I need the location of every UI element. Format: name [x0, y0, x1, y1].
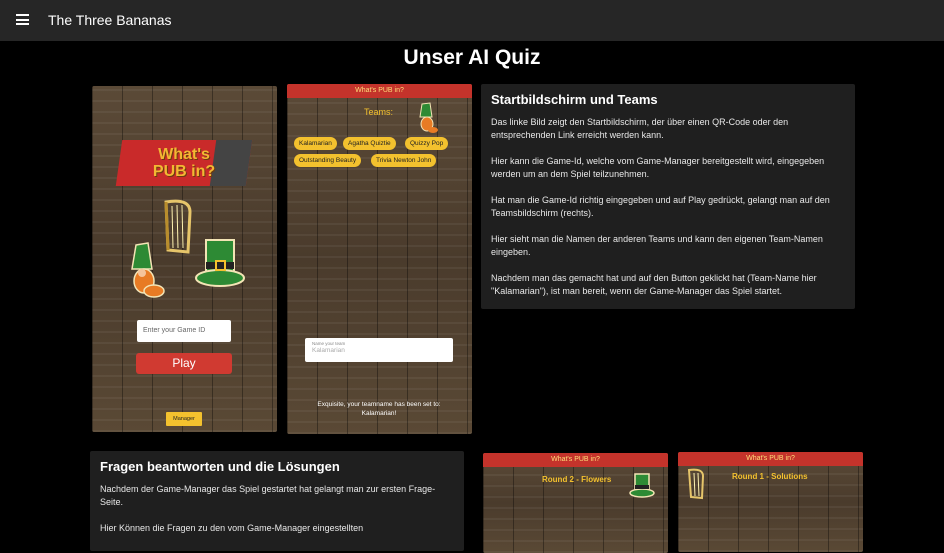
card-title: Fragen beantworten und die Lösungen [100, 459, 340, 474]
team-chip: Quizzy Pop [405, 137, 449, 150]
leprechaun-icon [417, 102, 439, 136]
play-button: Play [136, 353, 232, 374]
team-name-input: Name your team Kalamarian [305, 338, 453, 362]
phone-header-bar: What's PUB in? [678, 452, 863, 466]
card-paragraph: Das linke Bild zeigt den Startbildschirm… [491, 117, 789, 140]
team-name-value: Kalamarian [312, 347, 345, 354]
phone-header-bar: What's PUB in? [483, 453, 668, 467]
round-1-screen-image: What's PUB in? Round 1 - Solutions [678, 452, 863, 552]
card-paragraph: Hier sieht man die Namen der anderen Tea… [491, 234, 823, 257]
card-paragraph: Hat man die Game-Id richtig eingegeben u… [491, 195, 830, 218]
phone-header-bar: What's PUB in? [287, 84, 472, 98]
hamburger-menu-icon[interactable] [16, 14, 29, 25]
teams-screen-image: What's PUB in? Teams: Kalamarian Agatha … [287, 84, 472, 434]
app-bar: The Three Bananas [0, 0, 944, 41]
card-paragraph: Nachdem man das gemacht hat und auf den … [491, 273, 817, 296]
card-paragraph: Nachdem der Game-Manager das Spiel gesta… [100, 484, 436, 507]
teams-label: Teams: [364, 107, 394, 117]
team-chip: Outstanding Beauty [294, 154, 362, 167]
green-hat-icon [194, 234, 246, 290]
page-title: Unser AI Quiz [403, 46, 541, 69]
green-hat-icon [628, 471, 656, 499]
leprechaun-icon [126, 241, 166, 301]
start-and-teams-card: Startbildschirm und Teams Das linke Bild… [481, 84, 855, 309]
teamname-set-message: Exquisite, your teamname has been set to… [317, 401, 441, 417]
card-title: Startbildschirm und Teams [491, 92, 658, 107]
team-chip: Agatha Quiztie [343, 137, 396, 150]
harp-icon [686, 468, 706, 500]
manager-button: Manager [166, 412, 202, 426]
round-title: Round 1 - Solutions [732, 472, 808, 481]
game-id-input: Enter your Game ID [137, 320, 231, 342]
questions-and-solutions-card: Fragen beantworten und die Lösungen Nach… [90, 451, 464, 551]
start-screen-image: What's PUB in? Enter your Game ID Play Ma… [92, 86, 277, 432]
card-paragraph: Hier Können die Fragen zu den vom Game-M… [100, 523, 364, 533]
round-title: Round 2 - Flowers [542, 475, 612, 484]
app-title: The Three Bananas [48, 12, 172, 28]
team-name-label: Name your team [312, 341, 346, 346]
team-chip: Trivia Newton John [371, 154, 437, 167]
round-2-screen-image: What's PUB in? Round 2 - Flowers [483, 453, 668, 553]
card-paragraph: Hier kann die Game-Id, welche vom Game-M… [491, 156, 825, 179]
team-chip: Kalamarian [294, 137, 337, 150]
whats-pub-in-logo: What's PUB in? [115, 140, 253, 186]
